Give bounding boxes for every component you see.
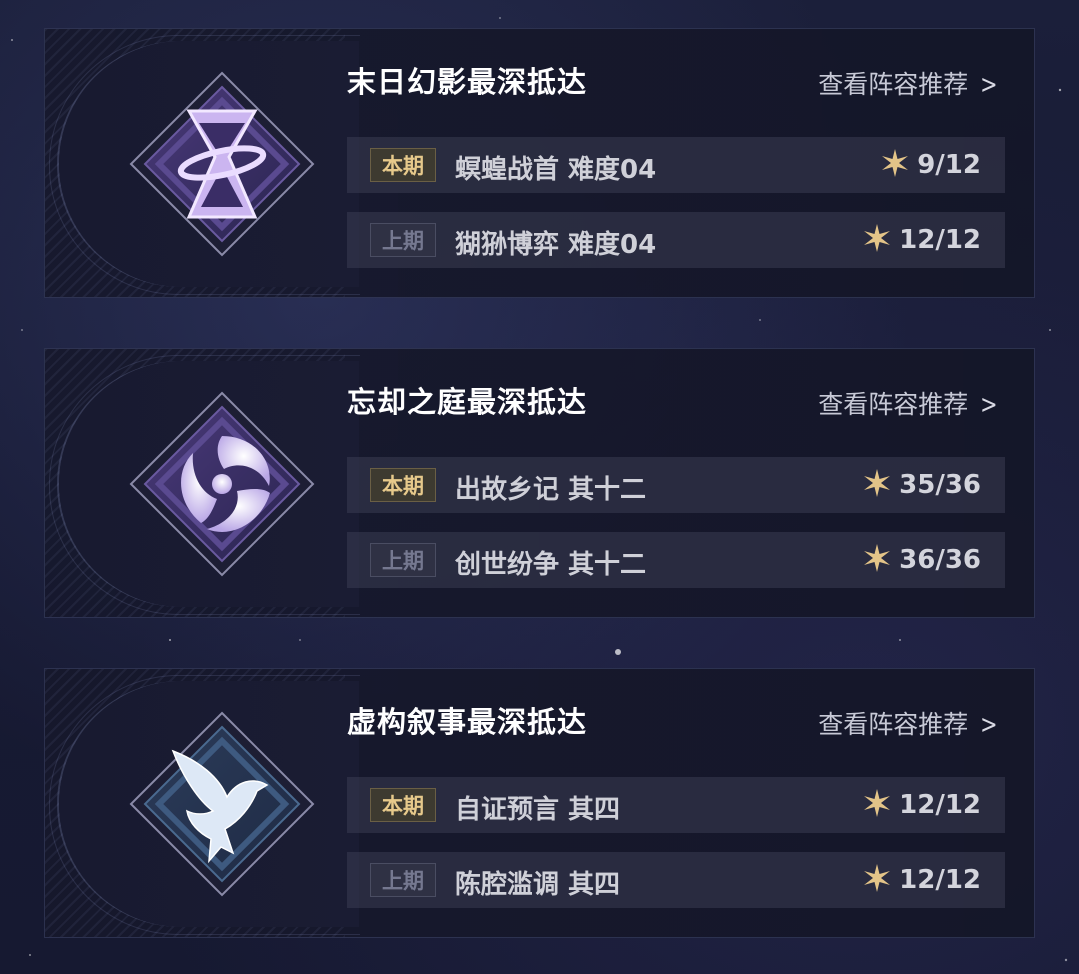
star-score: 12/12 [863, 864, 981, 895]
current-period-badge: 本期 [370, 468, 436, 502]
hourglass-icon [129, 71, 315, 257]
chevron-right-icon: > [980, 70, 998, 100]
star-score: 36/36 [863, 544, 981, 575]
star-icon [882, 149, 909, 177]
previous-period-badge: 上期 [370, 863, 436, 897]
star-score: 35/36 [863, 469, 981, 500]
previous-period-badge: 上期 [370, 223, 436, 257]
list-item-current-period[interactable]: 本期 自证预言 其四 12/12 [347, 777, 1005, 833]
section-card-memory-of-chaos: 忘却之庭最深抵达 查看阵容推荐 > 本期 出故乡记 其十二 35/36 上期 创世… [44, 348, 1035, 618]
star-icon [864, 469, 891, 497]
current-period-badge: 本期 [370, 788, 436, 822]
section-title: 忘却之庭最深抵达 [347, 385, 588, 419]
view-lineup-recommendation-link[interactable]: 查看阵容推荐 > [818, 705, 1000, 741]
chevron-right-icon: > [980, 390, 998, 420]
recommend-label: 查看阵容推荐 [818, 710, 969, 739]
previous-period-badge: 上期 [370, 543, 436, 577]
bird-icon [129, 711, 315, 897]
score-value: 35/36 [899, 470, 981, 500]
list-item-current-period[interactable]: 本期 螟蝗战首 难度04 9/12 [347, 137, 1005, 193]
star-score: 9/12 [881, 149, 981, 180]
section-title: 虚构叙事最深抵达 [347, 705, 588, 739]
stage-name: 自证预言 其四 [455, 795, 621, 825]
star-score: 12/12 [863, 789, 981, 820]
score-value: 9/12 [917, 150, 981, 180]
section-title: 末日幻影最深抵达 [347, 65, 588, 99]
stage-name: 螟蝗战首 难度04 [455, 155, 657, 185]
score-value: 12/12 [899, 225, 981, 255]
stage-name: 出故乡记 其十二 [455, 475, 647, 505]
star-icon [864, 789, 891, 817]
star-score: 12/12 [863, 224, 981, 255]
recommend-label: 查看阵容推荐 [818, 390, 969, 419]
list-item-previous-period[interactable]: 上期 猢狲博弈 难度04 12/12 [347, 212, 1005, 268]
current-period-badge: 本期 [370, 148, 436, 182]
stage-name: 创世纷争 其十二 [455, 550, 647, 580]
view-lineup-recommendation-link[interactable]: 查看阵容推荐 > [818, 65, 1000, 101]
score-value: 36/36 [899, 545, 981, 575]
score-value: 12/12 [899, 790, 981, 820]
section-card-apocalyptic-shadow: 末日幻影最深抵达 查看阵容推荐 > 本期 螟蝗战首 难度04 9/12 上期 猢狲… [44, 28, 1035, 298]
star-icon [864, 864, 891, 892]
stage-name: 猢狲博弈 难度04 [455, 230, 657, 260]
section-card-pure-fiction: 虚构叙事最深抵达 查看阵容推荐 > 本期 自证预言 其四 12/12 上期 陈腔滥… [44, 668, 1035, 938]
stage-name: 陈腔滥调 其四 [455, 870, 621, 900]
swirl-icon [129, 391, 315, 577]
score-value: 12/12 [899, 865, 981, 895]
list-item-previous-period[interactable]: 上期 陈腔滥调 其四 12/12 [347, 852, 1005, 908]
chevron-right-icon: > [980, 710, 998, 740]
list-item-current-period[interactable]: 本期 出故乡记 其十二 35/36 [347, 457, 1005, 513]
recommend-label: 查看阵容推荐 [818, 70, 969, 99]
star-icon [864, 544, 891, 572]
star-icon [864, 224, 891, 252]
view-lineup-recommendation-link[interactable]: 查看阵容推荐 > [818, 385, 1000, 421]
list-item-previous-period[interactable]: 上期 创世纷争 其十二 36/36 [347, 532, 1005, 588]
